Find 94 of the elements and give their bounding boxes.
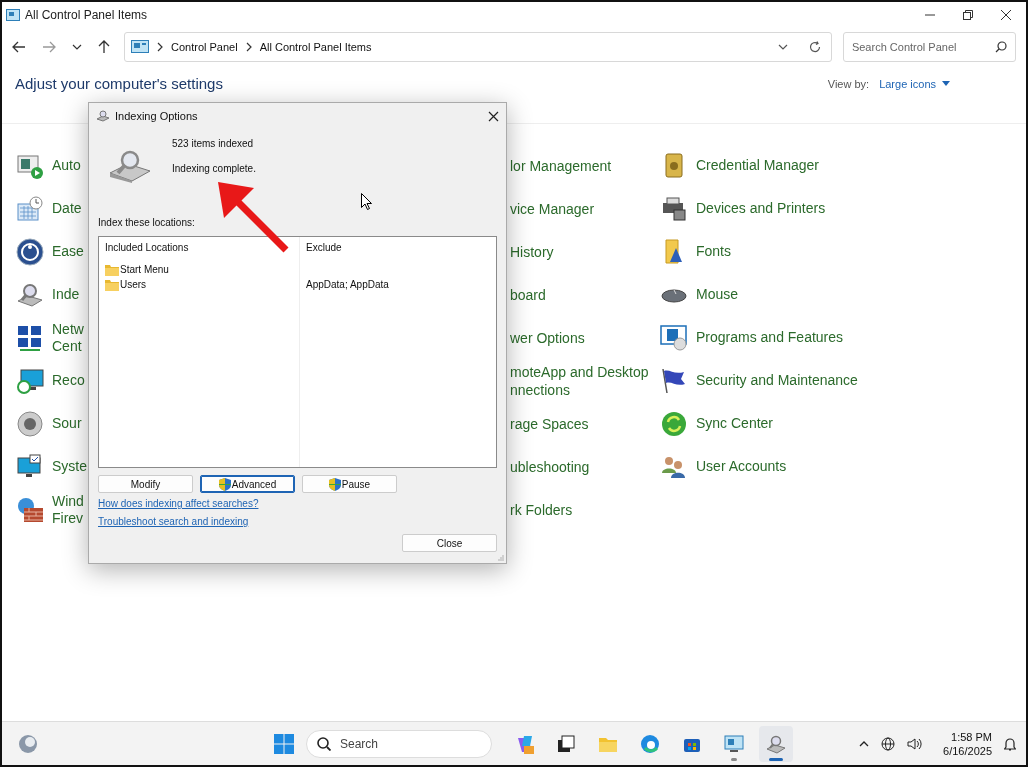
control-panel-icon xyxy=(131,40,149,54)
monitor-restore-icon[interactable] xyxy=(16,366,44,395)
control-panel-link[interactable]: board xyxy=(510,285,546,304)
control-panel-link[interactable]: lor Management xyxy=(510,156,612,175)
taskbar-search[interactable]: Search xyxy=(306,730,492,758)
control-panel-link[interactable]: Devices and Printers xyxy=(696,200,826,217)
chevron-up-icon[interactable] xyxy=(859,740,870,747)
breadcrumb[interactable]: All Control Panel Items xyxy=(259,41,372,53)
chevron-down-icon[interactable] xyxy=(72,43,82,51)
control-panel-link[interactable]: Auto xyxy=(52,157,81,174)
dialog-button[interactable]: Advanced xyxy=(200,475,295,493)
widgets-icon[interactable] xyxy=(18,733,38,754)
cursor-icon xyxy=(361,193,372,210)
search-icon xyxy=(995,41,1007,53)
magnifier-drive-icon[interactable] xyxy=(766,734,786,754)
caret-icon xyxy=(942,81,950,86)
close-icon[interactable] xyxy=(1000,9,1012,21)
control-panel-link[interactable]: User Accounts xyxy=(696,458,787,475)
status-text: Indexing complete. xyxy=(172,163,256,174)
speaker-icon[interactable] xyxy=(16,409,44,438)
control-panel-link[interactable]: wer Options xyxy=(510,328,585,347)
control-panel-link[interactable]: Fonts xyxy=(696,243,731,260)
control-panel-link[interactable]: Ease xyxy=(52,243,84,260)
control-panel-link[interactable]: rk Folders xyxy=(510,500,573,519)
control-panel-link[interactable]: ubleshooting xyxy=(510,457,590,476)
task-view-icon[interactable] xyxy=(556,734,576,754)
calendar-clock-icon[interactable] xyxy=(16,194,44,223)
forward-arrow-icon[interactable] xyxy=(42,41,56,53)
control-panel-link[interactable]: Syste xyxy=(52,458,87,475)
search-icon xyxy=(317,737,331,751)
restore-icon[interactable] xyxy=(962,9,974,21)
clock-date[interactable]: 6/16/2025 xyxy=(943,743,992,758)
back-arrow-icon[interactable] xyxy=(12,41,26,53)
page-heading: Adjust your computer's settings xyxy=(15,75,223,92)
items-count: 523 items indexed xyxy=(172,138,255,149)
sync-icon[interactable] xyxy=(660,409,688,438)
control-panel-link[interactable]: History xyxy=(510,242,554,261)
dialog-title: Indexing Options xyxy=(115,110,198,122)
globe-icon[interactable] xyxy=(881,736,896,751)
control-panel-icon xyxy=(6,9,20,21)
control-panel-link[interactable]: Credential Manager xyxy=(696,157,819,174)
column-header[interactable]: Exclude xyxy=(306,242,490,259)
address-bar[interactable]: Control Panel All Control Panel Items xyxy=(124,32,832,62)
location-name[interactable]: Users xyxy=(120,279,147,290)
search-field[interactable]: Search Control Panel xyxy=(842,32,1016,62)
control-panel-link[interactable]: moteApp and Desktop nnections xyxy=(510,362,649,399)
window-disc-icon[interactable] xyxy=(660,323,688,352)
control-panel-link[interactable]: Netw Cent xyxy=(52,320,84,355)
breadcrumb[interactable]: Control Panel xyxy=(171,41,238,53)
control-panel-link[interactable]: Sour xyxy=(52,415,82,432)
folder-icon xyxy=(105,263,119,276)
control-panel-link[interactable]: Reco xyxy=(52,372,85,389)
globe-bricks-icon[interactable] xyxy=(16,495,44,524)
accessibility-icon[interactable] xyxy=(16,237,44,266)
location-name[interactable]: Start Menu xyxy=(120,264,169,275)
control-panel-link[interactable]: rage Spaces xyxy=(510,414,589,433)
section-label: Index these locations: xyxy=(98,217,196,228)
control-panel-link[interactable]: Inde xyxy=(52,286,80,303)
control-panel-link[interactable]: Sync Center xyxy=(696,415,774,432)
column-header[interactable]: Included Locations xyxy=(105,242,293,259)
close-icon[interactable] xyxy=(488,110,499,122)
exclude-text: AppData; AppData xyxy=(306,279,389,290)
bell-icon[interactable] xyxy=(1004,736,1016,751)
control-panel-link[interactable]: Security and Maintenance xyxy=(696,372,858,389)
chevron-down-icon[interactable] xyxy=(777,43,788,51)
control-panel-link[interactable]: Programs and Features xyxy=(696,329,844,346)
refresh-icon[interactable] xyxy=(808,41,821,53)
flag-icon[interactable] xyxy=(660,366,688,395)
chevron-right-icon xyxy=(244,42,253,52)
dialog-button[interactable]: Modify xyxy=(98,475,193,493)
help-link[interactable]: How does indexing affect searches? xyxy=(98,498,259,509)
view-dropdown[interactable]: Large icons xyxy=(879,77,950,90)
resize-grip-icon xyxy=(498,555,504,561)
folder-icon xyxy=(105,278,119,291)
start-icon[interactable] xyxy=(274,734,294,754)
speaker-icon[interactable] xyxy=(907,736,924,751)
chevron-right-icon xyxy=(156,42,164,52)
clock-time[interactable]: 1:58 PM xyxy=(951,729,992,744)
dialog-button[interactable]: Pause xyxy=(302,475,397,493)
up-arrow-icon[interactable] xyxy=(98,40,110,54)
control-panel-link[interactable]: Date xyxy=(52,200,82,217)
network-icon[interactable] xyxy=(16,323,44,352)
control-panel-link[interactable]: Wind Firev xyxy=(52,492,84,527)
browser-icon[interactable] xyxy=(640,734,660,754)
window-title: All Control Panel Items xyxy=(25,8,148,22)
close-button[interactable]: Close xyxy=(402,534,497,552)
printer-icon[interactable] xyxy=(660,194,688,223)
view-by-label: View by: xyxy=(827,77,870,90)
control-panel-link[interactable]: Mouse xyxy=(696,286,739,303)
control-panel-link[interactable]: vice Manager xyxy=(510,199,595,218)
magnifier-drive-icon xyxy=(96,110,110,122)
help-link[interactable]: Troubleshoot search and indexing xyxy=(98,516,249,527)
control-panel-icon[interactable] xyxy=(724,734,744,754)
magnifier-drive-icon xyxy=(108,149,152,183)
